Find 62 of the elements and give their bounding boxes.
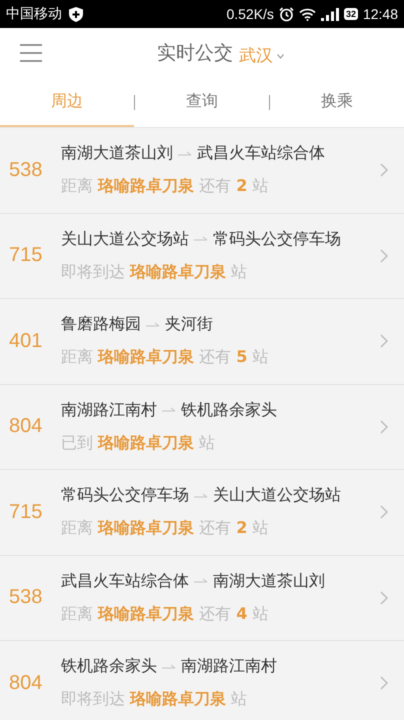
start-stop: 鲁磨路梅园	[61, 314, 141, 336]
start-stop: 南湖大道茶山刘	[61, 143, 173, 164]
route-number: 401	[9, 330, 44, 353]
end-stop: 关山大道公交场站	[213, 485, 341, 506]
route-number: 538	[9, 158, 44, 182]
app-title: 实时公交	[157, 41, 233, 66]
start-stop: 武昌火车站综合体	[61, 570, 189, 592]
caret-icon	[277, 54, 284, 58]
route-number: 804	[9, 672, 44, 695]
chevron-right-icon	[380, 163, 388, 178]
route-row[interactable]: 804 南湖路江南村 铁机路余家头 已到 珞喻路卓刀泉 站	[0, 384, 404, 470]
arrow-icon	[162, 406, 176, 414]
arrival-status: 距离 珞喻路卓刀泉 还有 2 站	[61, 518, 270, 540]
clock-time: 12:48	[362, 6, 398, 22]
arrival-status: 即将到达 珞喻路卓刀泉 站	[61, 262, 248, 283]
route-number: 538	[9, 586, 44, 610]
end-stop: 南湖大道茶山刘	[213, 570, 325, 592]
chevron-right-icon	[380, 248, 388, 263]
arrival-status: 距离 珞喻路卓刀泉 还有 2 站	[61, 176, 270, 198]
arrival-status: 距离 珞喻路卓刀泉 还有 5 站	[61, 347, 270, 368]
route-row[interactable]: 401 鲁磨路梅园 夹河街 距离 珞喻路卓刀泉 还有 5 站	[0, 299, 404, 384]
carrier-name: 中国移动	[6, 5, 62, 23]
start-stop: 关山大道公交场站	[61, 228, 189, 250]
battery-level: 32	[344, 8, 358, 20]
end-stop: 南湖路江南村	[181, 656, 277, 678]
arrival-status: 已到 珞喻路卓刀泉 站	[61, 432, 216, 454]
chevron-right-icon	[380, 420, 388, 434]
route-row[interactable]: 538 南湖大道茶山刘 武昌火车站综合体 距离 珞喻路卓刀泉 还有 2 站	[0, 128, 404, 214]
alarm-icon	[278, 6, 294, 22]
route-number: 804	[9, 415, 44, 438]
end-stop: 夹河街	[165, 314, 213, 336]
arrow-icon	[194, 235, 208, 244]
arrow-icon	[178, 150, 192, 158]
wifi-icon	[298, 8, 316, 20]
tab[interactable]: 查询	[135, 78, 269, 127]
start-stop: 南湖路江南村	[61, 400, 157, 421]
chevron-right-icon	[380, 505, 388, 520]
start-stop: 铁机路余家头	[61, 656, 157, 678]
arrival-status: 即将到达 珞喻路卓刀泉 站	[61, 689, 248, 710]
tab[interactable]: 换乘	[270, 78, 404, 127]
network-speed: 0.52K/s	[226, 6, 274, 22]
shield-icon	[69, 6, 83, 22]
route-row[interactable]: 538 武昌火车站综合体 南湖大道茶山刘 距离 珞喻路卓刀泉 还有 4 站	[0, 556, 404, 641]
end-stop: 铁机路余家头	[181, 400, 277, 421]
arrival-status: 距离 珞喻路卓刀泉 还有 4 站	[61, 604, 270, 625]
route-number: 715	[9, 244, 44, 268]
chevron-right-icon	[380, 676, 388, 690]
chevron-right-icon	[380, 334, 388, 348]
arrow-icon	[194, 492, 208, 500]
route-row[interactable]: 804 铁机路余家头 南湖路江南村 即将到达 珞喻路卓刀泉 站	[0, 641, 404, 720]
route-number: 715	[9, 500, 44, 524]
start-stop: 常码头公交停车场	[61, 485, 189, 506]
end-stop: 武昌火车站综合体	[197, 143, 325, 164]
route-row[interactable]: 715 常码头公交停车场 关山大道公交场站 距离 珞喻路卓刀泉 还有 2 站	[0, 470, 404, 556]
end-stop: 常码头公交停车场	[213, 228, 341, 250]
arrow-icon	[162, 662, 176, 671]
arrow-icon	[194, 577, 208, 586]
signal-icon	[320, 8, 339, 20]
chevron-right-icon	[380, 590, 388, 605]
arrow-icon	[146, 320, 160, 329]
menu-icon[interactable]	[20, 44, 42, 62]
route-row[interactable]: 715 关山大道公交场站 常码头公交停车场 即将到达 珞喻路卓刀泉 站	[0, 214, 404, 299]
